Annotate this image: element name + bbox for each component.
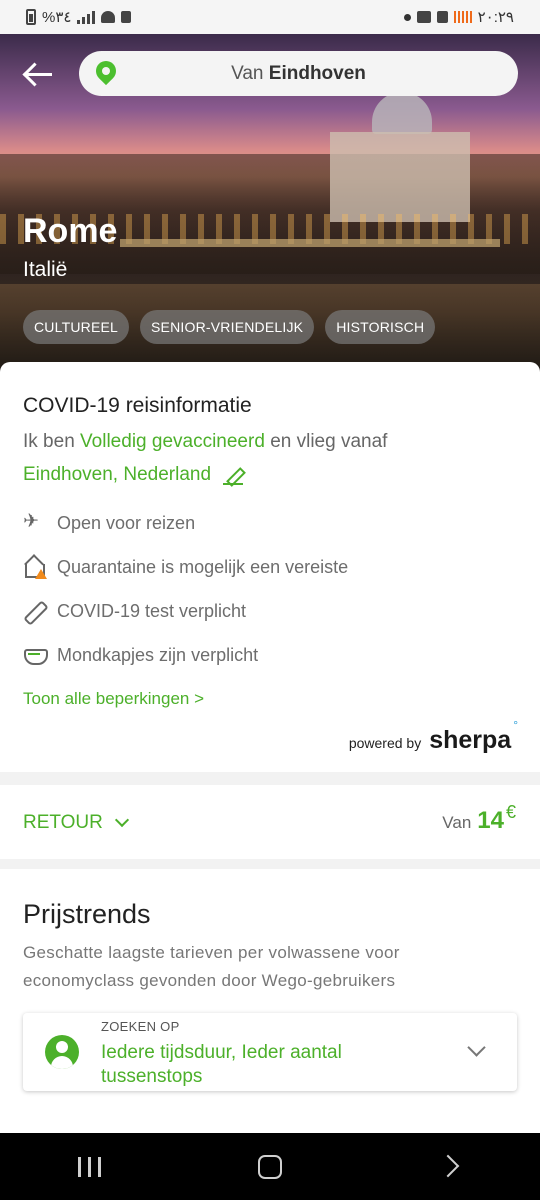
sherpa-logo: sherpa°: [429, 717, 518, 754]
trip-type-row: RETOUR Van 14 €: [0, 785, 540, 859]
restriction-text: Mondkapjes zijn verplicht: [57, 644, 259, 665]
home-icon[interactable]: [240, 1147, 300, 1187]
sherpa-wordmark: sherpa: [429, 726, 512, 754]
origin-city: Eindhoven: [268, 62, 366, 84]
show-all-restrictions-link[interactable]: Toon alle beperkingen >: [23, 689, 204, 709]
restriction-test: COVID-19 test verplicht: [23, 600, 246, 622]
price-amount: 14: [477, 807, 504, 834]
tag-senior-vriendelijk[interactable]: SENIOR-VRIENDELIJK: [140, 310, 315, 344]
destination-tags: CULTUREEL SENIOR-VRIENDELIJK HISTORISCH: [23, 310, 436, 344]
battery-icon: [26, 9, 36, 25]
clock: ٢٠:٢٩: [477, 9, 514, 26]
wifi-icon: [101, 11, 116, 23]
destination-city: Rome: [23, 212, 118, 250]
origin-search-text: Van Eindhoven: [79, 63, 518, 85]
origin-search-bar[interactable]: Van Eindhoven: [79, 51, 518, 96]
signal-icon: [77, 10, 96, 24]
test-tube-icon: [23, 600, 45, 622]
powered-by-sherpa: powered by sherpa°: [348, 717, 518, 755]
covid-origin[interactable]: Eindhoven, Nederland: [23, 464, 211, 486]
message-icon: [416, 11, 431, 23]
restriction-text: Open voor reizen: [57, 512, 196, 533]
restriction-quarantine: Quarantaine is mogelijk een vereiste: [23, 556, 349, 579]
user-icon: [45, 1035, 79, 1069]
lowest-price: Van 14 €: [442, 802, 516, 835]
covid-origin-row[interactable]: Eindhoven, Nederland: [23, 464, 244, 486]
lock-icon: [121, 11, 132, 23]
powered-by-label: powered by: [348, 735, 422, 751]
restriction-open-travel: Open voor reizen: [23, 510, 196, 534]
notification-dot-icon: [403, 13, 411, 21]
destination-country: Italië: [23, 258, 68, 281]
price-trends-title: Prijstrends: [23, 899, 151, 929]
hero-image-dome: [372, 92, 432, 134]
tag-historisch[interactable]: HISTORISCH: [325, 310, 436, 344]
mask-icon: [23, 644, 48, 666]
price-currency: €: [505, 802, 516, 822]
restriction-text: Quarantaine is mogelijk een vereiste: [57, 556, 349, 577]
status-prefix: Ik ben: [23, 431, 75, 452]
hero-image-bridge: [120, 239, 500, 279]
soundcloud-icon: [453, 11, 472, 23]
app-notification-icon: [436, 11, 448, 23]
search-filter-dropdown[interactable]: ZOEKEN OP Iedere tijdsduur, Ieder aantal…: [23, 1013, 517, 1091]
vaccination-status-link[interactable]: Volledig gevaccineerd: [80, 431, 265, 452]
origin-prefix: Van: [231, 62, 264, 84]
trip-type-dropdown[interactable]: RETOUR: [23, 812, 129, 834]
back-arrow-icon[interactable]: [22, 62, 58, 86]
status-bar: %٣٤ ٢٠:٢٩: [0, 0, 540, 34]
status-suffix: en vlieg vanaf: [270, 431, 388, 452]
chevron-down-icon: [467, 1038, 486, 1057]
price-trends-subtitle: Geschatte laagste tarieven per volwassen…: [23, 943, 400, 990]
plane-check-icon: [23, 510, 45, 534]
location-pin-icon: [91, 56, 121, 86]
restriction-text: COVID-19 test verplicht: [57, 600, 247, 621]
covid-title: COVID-19 reisinformatie: [23, 394, 252, 417]
filter-value: Iedere tijdsduur, Ieder aantal tussensto…: [101, 1042, 342, 1087]
battery-level: %٣٤: [42, 9, 72, 26]
trip-type-label: RETOUR: [23, 812, 103, 833]
edit-pencil-icon[interactable]: [223, 465, 244, 485]
filter-label: ZOEKEN OP: [101, 1019, 180, 1034]
restriction-mask: Mondkapjes zijn verplicht: [23, 644, 258, 666]
covid-traveler-status: Ik ben Volledig gevaccineerd en vlieg va…: [23, 431, 387, 453]
chevron-down-icon: [114, 812, 129, 828]
hero-image-basilica: [330, 132, 470, 222]
covid-info-card: COVID-19 reisinformatie Ik ben Volledig …: [0, 362, 540, 772]
system-nav-bar: [0, 1133, 540, 1200]
back-chevron-icon[interactable]: [420, 1147, 480, 1187]
app-screen: %٣٤ ٢٠:٢٩ Van Eindhoven Rome Italië CULT…: [0, 0, 540, 1200]
tag-cultureel[interactable]: CULTUREEL: [23, 310, 130, 344]
price-trends-card: Prijstrends Geschatte laagste tarieven p…: [0, 869, 540, 1133]
price-prefix: Van: [442, 813, 472, 832]
house-warning-icon: [23, 556, 47, 579]
recent-apps-icon[interactable]: [60, 1147, 120, 1187]
